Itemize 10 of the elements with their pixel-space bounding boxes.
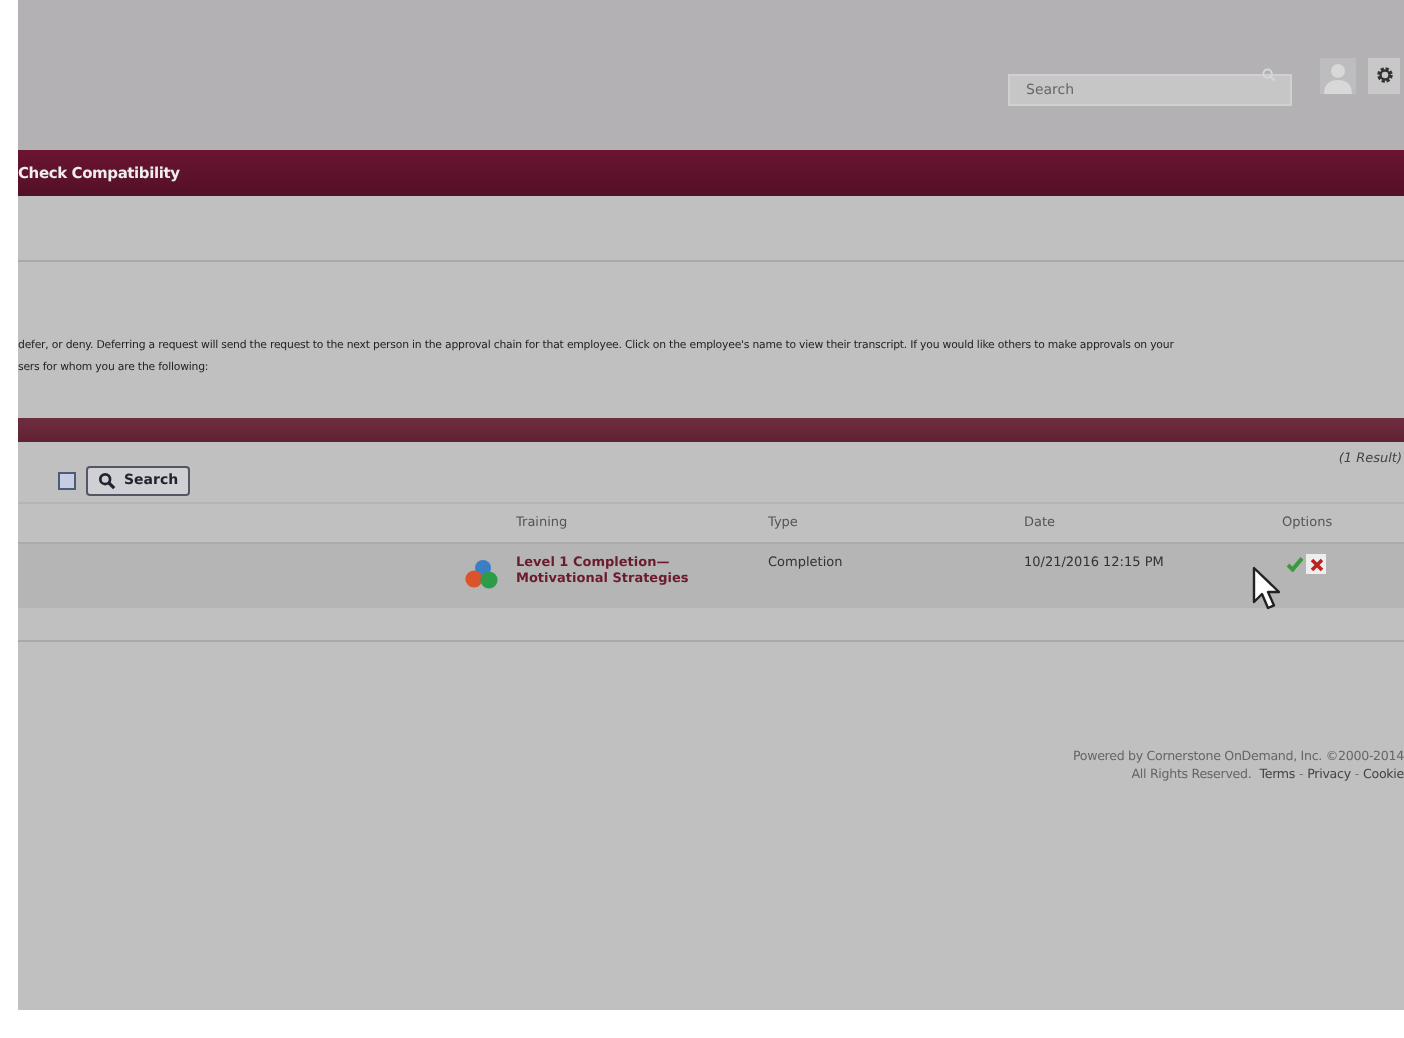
- training-icon: [464, 558, 500, 590]
- deny-button[interactable]: [1306, 554, 1326, 574]
- checkmark-icon[interactable]: [1286, 556, 1304, 572]
- checkbox[interactable]: [58, 472, 76, 490]
- search-icon: [1262, 67, 1276, 81]
- search-icon: [98, 472, 116, 490]
- settings-button[interactable]: [1368, 57, 1400, 93]
- mouse-pointer-icon: [1252, 566, 1280, 610]
- close-icon: [1309, 557, 1323, 571]
- settings-icon: [1375, 66, 1393, 84]
